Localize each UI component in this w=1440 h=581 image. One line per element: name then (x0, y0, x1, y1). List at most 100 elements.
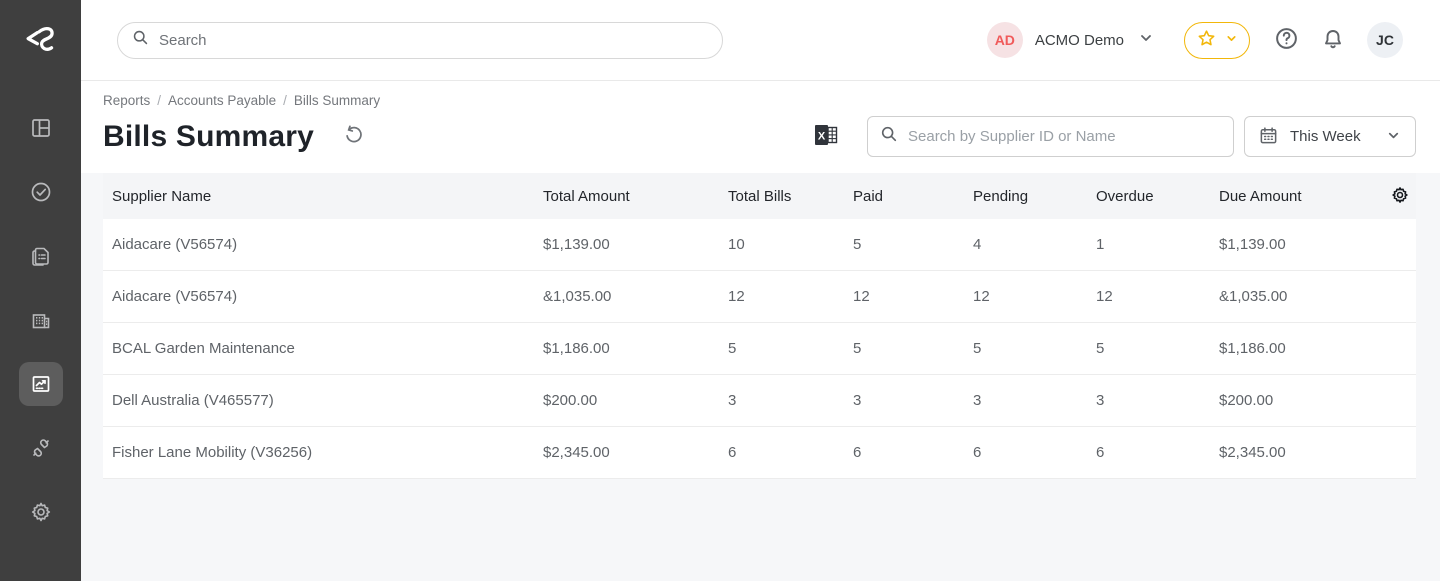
column-header-due-amount[interactable]: Due Amount (1219, 188, 1379, 205)
document-icon (29, 244, 53, 268)
refresh-button[interactable] (342, 124, 364, 149)
global-search (117, 22, 723, 59)
supplier-search-input[interactable] (908, 128, 1221, 145)
favorites-button[interactable] (1184, 22, 1250, 59)
check-circle-icon (29, 180, 53, 204)
content-area: Supplier Name Total Amount Total Bills P… (81, 173, 1440, 581)
table-row[interactable]: BCAL Garden Maintenance $1,186.00 5 5 5 … (103, 323, 1416, 375)
cell-overdue: 6 (1096, 444, 1219, 461)
date-filter-button[interactable]: This Week (1244, 116, 1416, 157)
sidebar-item-organisation[interactable] (19, 298, 63, 342)
column-header-total-amount[interactable]: Total Amount (543, 188, 728, 205)
cell-supplier-name: Fisher Lane Mobility (V36256) (103, 444, 543, 461)
column-header-supplier-name[interactable]: Supplier Name (103, 188, 543, 205)
gear-icon (29, 500, 53, 524)
org-name: ACMO Demo (1035, 32, 1124, 49)
cell-overdue: 1 (1096, 236, 1219, 253)
sidebar (0, 0, 81, 581)
table-row[interactable]: Fisher Lane Mobility (V36256) $2,345.00 … (103, 427, 1416, 479)
org-chevron-down-icon[interactable] (1138, 30, 1154, 51)
supplier-search (867, 116, 1234, 157)
dashboard-icon (29, 116, 53, 140)
page-title: Bills Summary (103, 120, 314, 154)
refresh-icon (342, 124, 364, 149)
sidebar-item-reports[interactable] (19, 362, 63, 406)
report-chart-icon (29, 372, 53, 396)
column-header-pending[interactable]: Pending (973, 188, 1096, 205)
table-row[interactable]: Dell Australia (V465577) $200.00 3 3 3 3… (103, 375, 1416, 427)
sidebar-item-dashboard[interactable] (19, 106, 63, 150)
help-icon (1274, 26, 1299, 54)
sidebar-item-approvals[interactable] (19, 170, 63, 214)
cell-pending: 5 (973, 340, 1096, 357)
cell-due-amount: $2,345.00 (1219, 444, 1379, 461)
cell-overdue: 5 (1096, 340, 1219, 357)
cell-total-bills: 5 (728, 340, 853, 357)
cell-supplier-name: Dell Australia (V465577) (103, 392, 543, 409)
table-header-row: Supplier Name Total Amount Total Bills P… (103, 173, 1416, 219)
cell-total-bills: 10 (728, 236, 853, 253)
page-head: Reports / Accounts Payable / Bills Summa… (81, 81, 1440, 173)
cell-total-amount: $200.00 (543, 392, 728, 409)
cell-pending: 4 (973, 236, 1096, 253)
date-filter-chevron-down-icon (1386, 128, 1401, 146)
app-window: AD ACMO Demo (0, 0, 1440, 581)
cell-paid: 5 (853, 340, 973, 357)
app-logo-icon[interactable] (15, 14, 67, 66)
building-icon (29, 308, 53, 332)
cell-pending: 6 (973, 444, 1096, 461)
cell-paid: 6 (853, 444, 973, 461)
calendar-icon (1259, 126, 1278, 148)
breadcrumb-bills-summary[interactable]: Bills Summary (294, 93, 380, 108)
sidebar-item-documents[interactable] (19, 234, 63, 278)
breadcrumb-separator: / (157, 93, 161, 108)
cell-pending: 3 (973, 392, 1096, 409)
search-icon (132, 29, 159, 51)
column-header-total-bills[interactable]: Total Bills (728, 188, 853, 205)
global-search-input[interactable] (159, 32, 708, 49)
cell-supplier-name: Aidacare (V56574) (103, 236, 543, 253)
cell-total-amount: &1,035.00 (543, 288, 728, 305)
cell-due-amount: &1,035.00 (1219, 288, 1379, 305)
export-excel-button[interactable]: X (813, 122, 839, 151)
breadcrumb-reports[interactable]: Reports (103, 93, 150, 108)
cell-overdue: 12 (1096, 288, 1219, 305)
table-row[interactable]: Aidacare (V56574) &1,035.00 12 12 12 12 … (103, 271, 1416, 323)
user-avatar[interactable]: JC (1367, 22, 1403, 58)
cell-paid: 12 (853, 288, 973, 305)
table-row[interactable]: Aidacare (V56574) $1,139.00 10 5 4 1 $1,… (103, 219, 1416, 271)
column-header-overdue[interactable]: Overdue (1096, 188, 1219, 205)
cell-total-amount: $1,186.00 (543, 340, 728, 357)
table-body: Aidacare (V56574) $1,139.00 10 5 4 1 $1,… (103, 219, 1416, 479)
cell-total-bills: 3 (728, 392, 853, 409)
sidebar-item-integrations[interactable] (19, 426, 63, 470)
org-avatar: AD (987, 22, 1023, 58)
cell-supplier-name: Aidacare (V56574) (103, 288, 543, 305)
excel-icon: X (813, 122, 839, 151)
cell-total-bills: 12 (728, 288, 853, 305)
table-settings-button[interactable] (1390, 185, 1410, 208)
search-icon (880, 125, 908, 148)
cell-due-amount: $1,139.00 (1219, 236, 1379, 253)
cell-total-bills: 6 (728, 444, 853, 461)
cell-due-amount: $1,186.00 (1219, 340, 1379, 357)
cell-due-amount: $200.00 (1219, 392, 1379, 409)
main-area: AD ACMO Demo (81, 0, 1440, 581)
topbar-right: AD ACMO Demo (987, 22, 1403, 59)
bills-summary-table: Supplier Name Total Amount Total Bills P… (103, 173, 1416, 479)
plug-icon (29, 436, 53, 460)
title-row: Bills Summary X (103, 116, 1416, 157)
breadcrumb-separator: / (283, 93, 287, 108)
notifications-button[interactable] (1321, 27, 1345, 54)
date-filter-label: This Week (1290, 128, 1361, 145)
cell-paid: 3 (853, 392, 973, 409)
help-button[interactable] (1274, 26, 1299, 54)
cell-total-amount: $1,139.00 (543, 236, 728, 253)
breadcrumb-accounts-payable[interactable]: Accounts Payable (168, 93, 276, 108)
svg-text:X: X (818, 131, 826, 143)
sidebar-nav (19, 106, 63, 554)
sidebar-item-settings[interactable] (19, 490, 63, 534)
column-header-paid[interactable]: Paid (853, 188, 973, 205)
cell-total-amount: $2,345.00 (543, 444, 728, 461)
breadcrumb: Reports / Accounts Payable / Bills Summa… (103, 93, 1416, 108)
